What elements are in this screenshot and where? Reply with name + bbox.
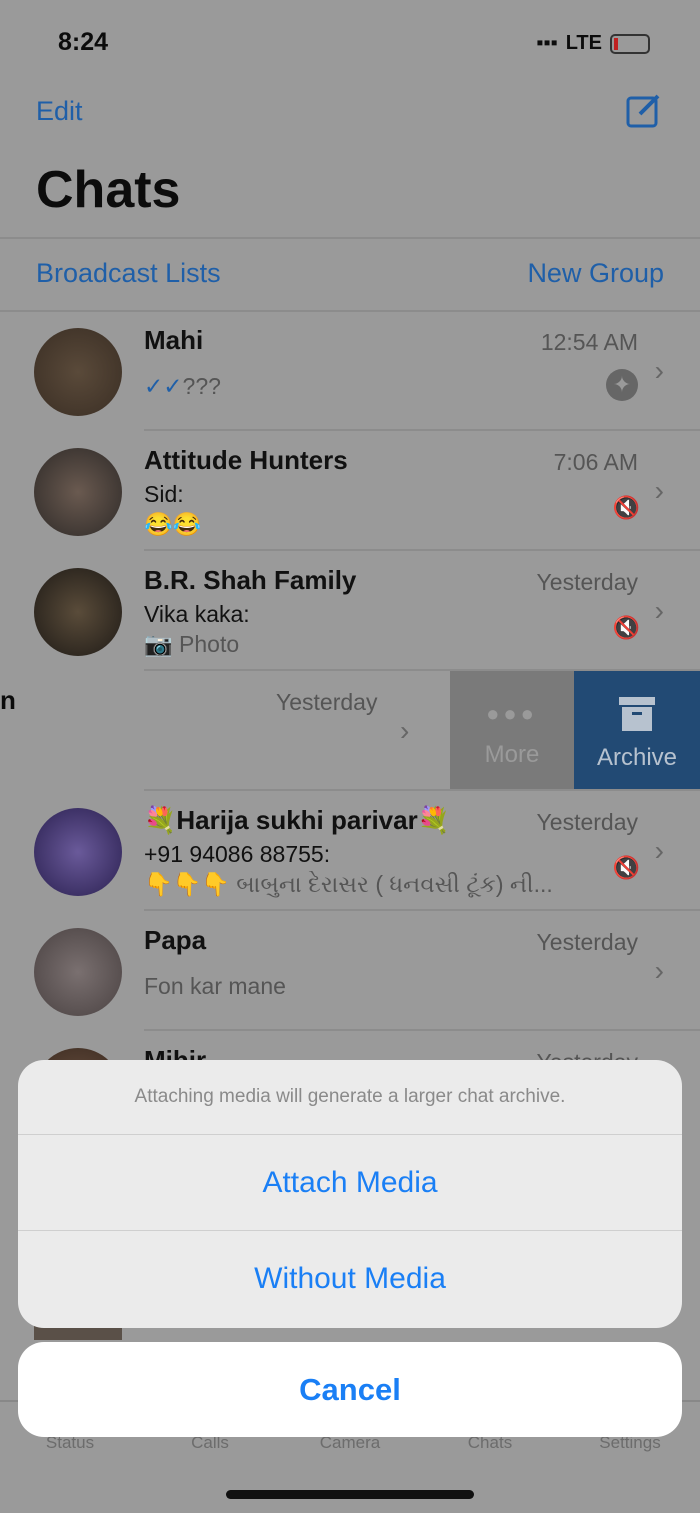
more-label: More: [484, 741, 540, 768]
action-sheet-message: Attaching media will generate a larger c…: [18, 1060, 682, 1135]
avatar: [34, 568, 122, 656]
chat-name: Mahi: [144, 325, 204, 355]
page-title: Chats: [36, 161, 181, 219]
chat-time: 7:06 AM: [553, 449, 638, 475]
chat-row-papa[interactable]: Papa Yesterday Fon kar mane ›: [0, 911, 700, 1031]
chevron-right-icon: ›: [654, 835, 664, 866]
network-label: LTE: [565, 32, 602, 54]
chat-row-harija[interactable]: 💐Harija sukhi parivar💐 Yesterday +91 940…: [0, 791, 700, 911]
compose-icon[interactable]: [626, 92, 662, 128]
muted-icon: 🔇: [612, 855, 640, 880]
chat-sender: Vika kaka:: [144, 601, 250, 627]
chat-time: Yesterday: [536, 929, 638, 955]
chevron-right-icon: ›: [654, 595, 664, 626]
chevron-right-icon: ›: [654, 355, 664, 386]
status-indicators: ▪▪▪ LTE: [536, 32, 650, 55]
avatar: [34, 448, 122, 536]
chat-preview: 👇👇👇 બાબુના દેરાસર ( ધનવસી ટૂંક) ની...: [144, 871, 553, 897]
chat-preview: Fon kar mane: [144, 973, 286, 999]
status-time: 8:24: [58, 28, 109, 56]
muted-icon: 🔇: [612, 615, 640, 640]
without-media-button[interactable]: Without Media: [18, 1231, 682, 1327]
chat-name: Attitude Hunters: [144, 445, 348, 475]
more-button[interactable]: ●●● More: [450, 671, 574, 789]
archive-box-icon: [619, 697, 655, 731]
edit-button[interactable]: Edit: [36, 96, 83, 127]
battery-icon: [610, 33, 650, 54]
broadcast-lists-link[interactable]: Broadcast Lists: [36, 258, 221, 289]
avatar: [34, 328, 122, 416]
chevron-right-icon: ›: [654, 955, 664, 986]
signal-icon: ▪▪▪: [536, 32, 558, 54]
chat-row-br-shah-family[interactable]: B.R. Shah Family Yesterday Vika kaka: 📷 …: [0, 551, 700, 671]
divider: [0, 237, 700, 239]
chat-name-clipped: n: [0, 685, 16, 715]
chat-sender: Sid:: [144, 481, 184, 507]
chat-sender: +91 94086 88755:: [144, 841, 331, 867]
home-indicator: [226, 1490, 474, 1499]
avatar: [34, 808, 122, 896]
chat-row-mahi[interactable]: Mahi 12:54 AM ✓✓??? ✦ ›: [0, 311, 700, 431]
chat-preview: 📷 Photo: [144, 631, 240, 657]
action-sheet: Attaching media will generate a larger c…: [18, 1060, 682, 1328]
muted-icon: 🔇: [612, 495, 640, 520]
attach-media-button[interactable]: Attach Media: [18, 1135, 682, 1231]
chat-name: B.R. Shah Family: [144, 565, 357, 595]
ellipsis-icon: ●●●: [486, 701, 538, 726]
chat-name: Papa: [144, 925, 207, 955]
chat-name: 💐Harija sukhi parivar💐: [144, 805, 451, 835]
chevron-right-icon: ›: [654, 475, 664, 506]
cancel-button[interactable]: Cancel: [18, 1342, 682, 1437]
pin-icon: ✦: [606, 369, 638, 401]
read-ticks-icon: ✓✓: [144, 373, 183, 399]
archive-label: Archive: [596, 744, 678, 771]
new-group-link[interactable]: New Group: [527, 258, 664, 289]
chat-row-attitude-hunters[interactable]: Attitude Hunters 7:06 AM Sid: 😂😂 🔇 ›: [0, 431, 700, 551]
chat-time: Yesterday: [276, 689, 378, 715]
chat-time: 12:54 AM: [540, 329, 638, 355]
chat-time: Yesterday: [536, 809, 638, 835]
chevron-right-icon: ›: [400, 715, 410, 746]
avatar: [34, 928, 122, 1016]
chat-time: Yesterday: [536, 569, 638, 595]
archive-button[interactable]: Archive: [574, 671, 700, 789]
chat-preview: 😂😂: [144, 511, 202, 537]
chat-preview: ???: [182, 373, 221, 399]
